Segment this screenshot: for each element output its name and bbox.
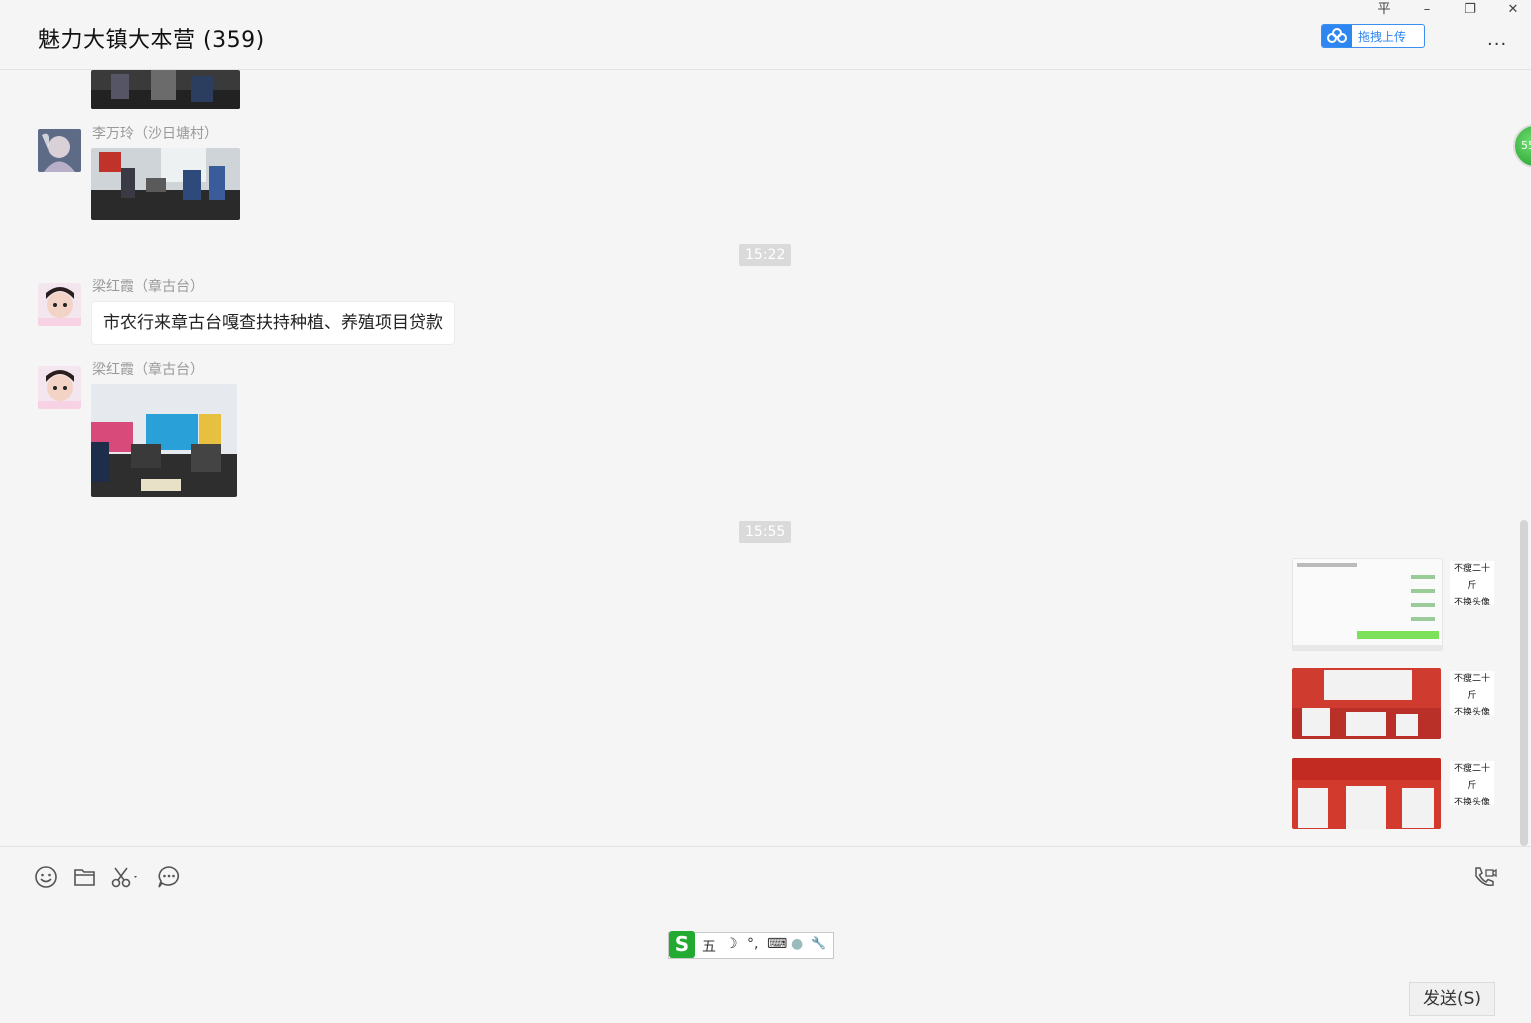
image-message[interactable] (1292, 558, 1443, 651)
emoji-icon[interactable] (34, 864, 60, 890)
folder-icon[interactable] (72, 864, 98, 890)
screenshot-scissors-icon[interactable] (110, 864, 142, 890)
send-button[interactable]: 发送(S) (1409, 982, 1495, 1016)
punctuation-toggle[interactable]: °, (747, 936, 758, 952)
upload-label: 拖拽上传 (1358, 30, 1407, 44)
text-message[interactable]: 市农行来章古台嘎查扶持种植、养殖项目贷款 (91, 301, 455, 345)
wrench-icon[interactable]: 🔧 (811, 936, 826, 950)
self-avatar[interactable]: 不瘦二十斤 不换头像 (1450, 671, 1494, 715)
chat-title: 魅力大镇大本营 (359) (38, 28, 265, 53)
scrollbar-thumb[interactable] (1520, 520, 1528, 846)
avatar[interactable] (38, 129, 81, 172)
image-message[interactable] (1292, 668, 1441, 739)
ime-mode-toggle[interactable]: 五 (702, 936, 716, 956)
sender-name: 梁红霞（章古台） (92, 362, 204, 378)
image-message[interactable] (91, 384, 237, 497)
moon-icon[interactable]: ☽ (725, 936, 738, 952)
cloud-icon (1322, 25, 1352, 47)
user-icon[interactable]: ● (791, 936, 803, 952)
timestamp: 15:22 (739, 244, 792, 266)
self-avatar[interactable]: 不瘦二十斤 不换头像 (1450, 561, 1494, 605)
minimize-button[interactable]: – (1413, 0, 1441, 20)
timestamp: 15:55 (739, 521, 792, 543)
avatar[interactable] (38, 366, 81, 409)
keyboard-icon[interactable]: ⌨ (767, 936, 787, 952)
avatar-text: 不换头像 (1453, 708, 1490, 715)
ime-logo-icon[interactable]: S (669, 931, 695, 958)
avatar[interactable] (38, 283, 81, 326)
close-button[interactable]: ✕ (1499, 0, 1527, 20)
avatar-text: 不换头像 (1453, 598, 1490, 605)
more-options-button[interactable]: ··· (1487, 34, 1507, 55)
avatar-text: 不换头像 (1453, 798, 1490, 805)
drag-upload-button[interactable]: 拖拽上传 (1321, 24, 1425, 48)
avatar-text: 不瘦二十斤 (1453, 564, 1490, 591)
sender-name: 梁红霞（章古台） (92, 279, 204, 295)
avatar-text: 不瘦二十斤 (1453, 674, 1490, 701)
pin-button[interactable]: 平 (1370, 0, 1398, 20)
avatar-text: 不瘦二十斤 (1453, 764, 1490, 791)
message-list[interactable]: 李万玲（沙日塘村） 15:22 梁红霞（章古台） 市农行来章古台嘎查扶持种植、养… (0, 70, 1531, 846)
sender-name: 李万玲（沙日塘村） (92, 126, 218, 142)
image-message[interactable] (91, 148, 240, 220)
image-message[interactable] (1292, 758, 1441, 829)
self-avatar[interactable]: 不瘦二十斤 不换头像 (1450, 761, 1494, 805)
voice-video-call-icon[interactable] (1472, 864, 1498, 890)
chat-history-icon[interactable] (156, 864, 182, 890)
image-message[interactable] (91, 70, 240, 109)
ime-toolbar[interactable]: S 五 ☽ °, ⌨ ● 🔧 (668, 931, 834, 959)
maximize-button[interactable]: ❐ (1456, 0, 1484, 20)
title-bar: 魅力大镇大本营 (359) 平 – ❐ ✕ 拖拽上传 ··· (0, 0, 1531, 70)
divider (0, 846, 1531, 847)
